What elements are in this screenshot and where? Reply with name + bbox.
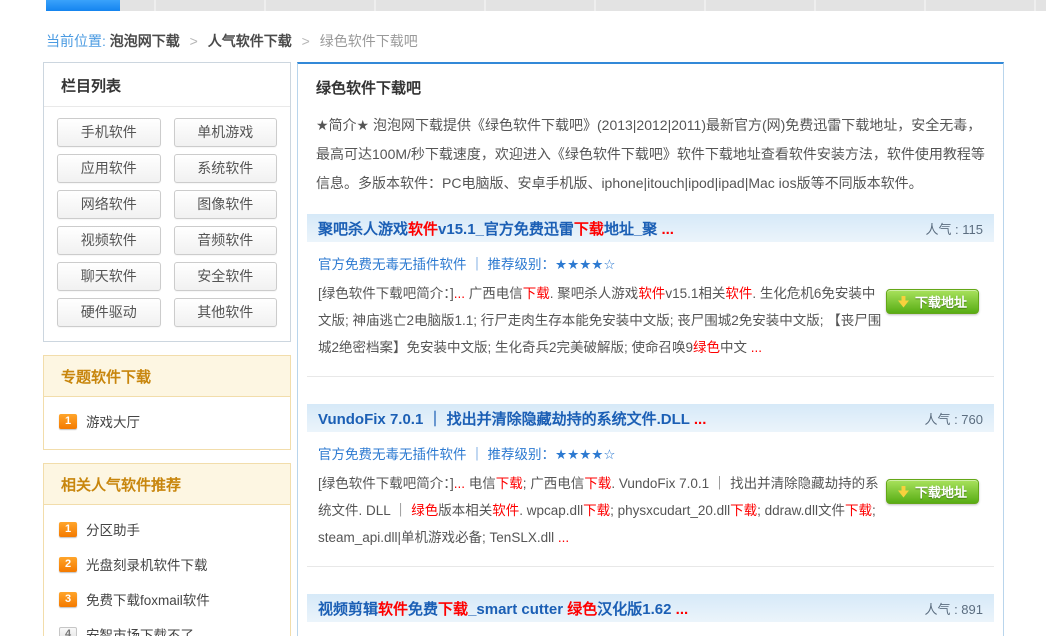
sidebar: 栏目列表 手机软件 单机游戏 应用软件 系统软件 网络软件 图像软件 视频软件 …	[43, 62, 291, 636]
related-software-list: 1 分区助手 2 光盘刻录机软件下载 3 免费下载foxmail软件 4 安智市…	[44, 505, 290, 636]
list-item-label: 安智市场下载不了	[86, 624, 194, 636]
category-button-security[interactable]: 安全软件	[174, 262, 278, 291]
download-arrow-icon	[898, 486, 909, 498]
list-item-label: 游戏大厅	[86, 411, 140, 431]
category-button-standalone-games[interactable]: 单机游戏	[174, 118, 278, 147]
related-software-box: 相关人气软件推荐 1 分区助手 2 光盘刻录机软件下载 3 免费下载foxmai…	[43, 463, 291, 636]
top-nav-bar	[46, 0, 1046, 11]
list-item[interactable]: 4 安智市场下载不了	[59, 624, 275, 636]
breadcrumb-link-home[interactable]: 泡泡网下载	[110, 33, 180, 49]
popularity-count: 人气 : 115	[925, 219, 983, 238]
download-button-wrap: 下载地址	[886, 280, 983, 314]
page-title: 绿色软件下载吧	[316, 77, 985, 98]
download-item-title-link[interactable]: 视频剪辑软件免费下载_smart cutter 绿色汉化版1.62 ...	[318, 598, 688, 619]
list-item[interactable]: 1 分区助手	[59, 519, 275, 539]
breadcrumb: 当前位置: 泡泡网下载 > 人气软件下载 > 绿色软件下载吧	[46, 31, 418, 51]
item-divider	[307, 376, 994, 377]
category-button-system[interactable]: 系统软件	[174, 154, 278, 183]
rank-badge: 4	[59, 627, 77, 636]
related-software-title: 相关人气软件推荐	[44, 464, 290, 505]
download-button-label: 下载地址	[915, 482, 967, 501]
list-item[interactable]: 1 游戏大厅	[59, 411, 275, 431]
download-item-meta: 官方免费无毒无插件软件 ｜ 推荐级别：★★★★☆	[318, 443, 983, 463]
category-list-title: 栏目列表	[44, 63, 290, 107]
category-button-chat[interactable]: 聊天软件	[57, 262, 161, 291]
rank-badge: 3	[59, 592, 77, 607]
list-item-label: 分区助手	[86, 519, 140, 539]
item-divider	[307, 566, 994, 567]
download-item: 聚吧杀人游戏软件v15.1_官方免费迅雷下载地址_聚 ... 人气 : 115 …	[298, 214, 1003, 361]
download-address-button[interactable]: 下载地址	[886, 289, 979, 314]
category-button-application[interactable]: 应用软件	[57, 154, 161, 183]
category-button-image[interactable]: 图像软件	[174, 190, 278, 219]
main-content: 绿色软件下载吧 ★简介★ 泡泡网下载提供《绿色软件下载吧》(2013|2012|…	[297, 62, 1004, 636]
list-item[interactable]: 2 光盘刻录机软件下载	[59, 554, 275, 574]
breadcrumb-link-category[interactable]: 人气软件下载	[208, 33, 292, 49]
download-item-header: VundoFix 7.0.1 ｜ 找出并清除隐藏劫持的系统文件.DLL ... …	[307, 404, 994, 432]
category-list-box: 栏目列表 手机软件 单机游戏 应用软件 系统软件 网络软件 图像软件 视频软件 …	[43, 62, 291, 342]
special-topics-list: 1 游戏大厅	[44, 397, 290, 449]
category-button-other[interactable]: 其他软件	[174, 298, 278, 327]
rank-badge: 1	[59, 522, 77, 537]
download-item-header: 聚吧杀人游戏软件v15.1_官方免费迅雷下载地址_聚 ... 人气 : 115	[307, 214, 994, 242]
download-item-title-link[interactable]: 聚吧杀人游戏软件v15.1_官方免费迅雷下载地址_聚 ...	[318, 218, 674, 239]
rank-badge: 1	[59, 414, 77, 429]
category-button-mobile[interactable]: 手机软件	[57, 118, 161, 147]
breadcrumb-label: 当前位置:	[46, 33, 106, 49]
page: 当前位置: 泡泡网下载 > 人气软件下载 > 绿色软件下载吧 栏目列表 手机软件…	[0, 0, 1046, 636]
list-item-label: 光盘刻录机软件下载	[86, 554, 208, 574]
category-grid: 手机软件 单机游戏 应用软件 系统软件 网络软件 图像软件 视频软件 音频软件 …	[44, 107, 290, 341]
download-button-wrap: 下载地址	[886, 470, 983, 504]
list-item[interactable]: 3 免费下载foxmail软件	[59, 589, 275, 609]
list-item-label: 免费下载foxmail软件	[86, 589, 210, 609]
download-item-body: [绿色软件下载吧简介：]... 电信下载; 广西电信下载. VundoFix 7…	[318, 470, 983, 551]
rank-badge: 2	[59, 557, 77, 572]
download-item: VundoFix 7.0.1 ｜ 找出并清除隐藏劫持的系统文件.DLL ... …	[298, 404, 1003, 551]
category-button-network[interactable]: 网络软件	[57, 190, 161, 219]
special-topics-title: 专题软件下载	[44, 356, 290, 397]
category-button-drivers[interactable]: 硬件驱动	[57, 298, 161, 327]
popularity-count: 人气 : 760	[924, 409, 983, 428]
download-item-body: [绿色软件下载吧简介：]... 广西电信下载. 聚吧杀人游戏软件v15.1相关软…	[318, 280, 983, 361]
download-item-title-link[interactable]: VundoFix 7.0.1 ｜ 找出并清除隐藏劫持的系统文件.DLL ...	[318, 408, 706, 429]
breadcrumb-separator: >	[296, 33, 316, 49]
download-arrow-icon	[898, 296, 909, 308]
download-item-meta: 官方免费无毒无插件软件 ｜ 推荐级别：★★★★☆	[318, 253, 983, 273]
category-button-video[interactable]: 视频软件	[57, 226, 161, 255]
category-button-audio[interactable]: 音频软件	[174, 226, 278, 255]
download-item: 视频剪辑软件免费下载_smart cutter 绿色汉化版1.62 ... 人气…	[298, 594, 1003, 636]
popularity-count: 人气 : 891	[924, 599, 983, 618]
download-item-description: [绿色软件下载吧简介：]... 广西电信下载. 聚吧杀人游戏软件v15.1相关软…	[318, 280, 884, 361]
intro-text: ★简介★ 泡泡网下载提供《绿色软件下载吧》(2013|2012|2011)最新官…	[316, 111, 985, 198]
download-item-header: 视频剪辑软件免费下载_smart cutter 绿色汉化版1.62 ... 人气…	[307, 594, 994, 622]
special-topics-box: 专题软件下载 1 游戏大厅	[43, 355, 291, 450]
download-item-description: [绿色软件下载吧简介：]... 电信下载; 广西电信下载. VundoFix 7…	[318, 470, 884, 551]
breadcrumb-separator: >	[184, 33, 204, 49]
download-button-label: 下载地址	[915, 292, 967, 311]
nav-active-tab[interactable]	[46, 0, 120, 11]
download-address-button[interactable]: 下载地址	[886, 479, 979, 504]
breadcrumb-current: 绿色软件下载吧	[320, 33, 418, 49]
